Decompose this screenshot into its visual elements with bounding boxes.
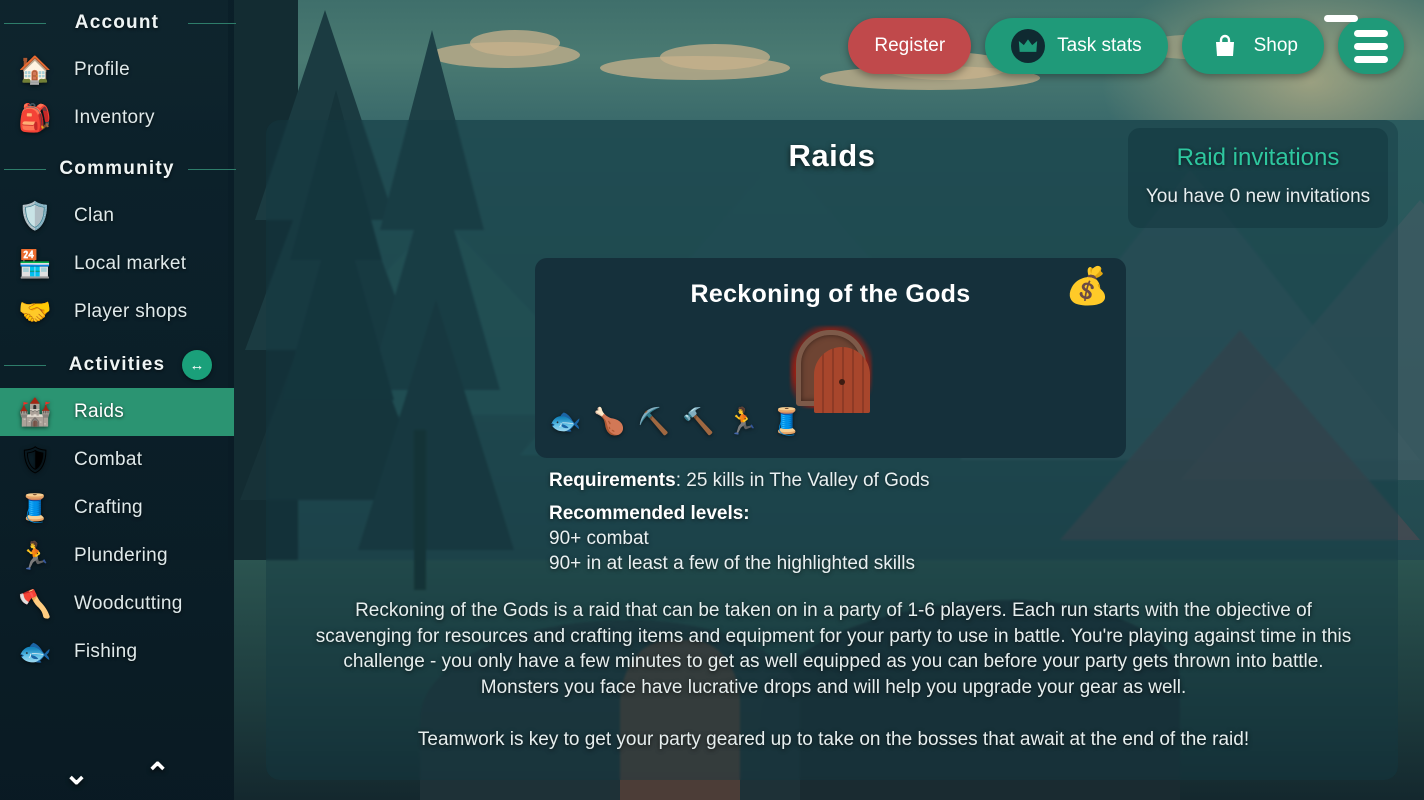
game-screen: Account 🏠 Profile 🎒 Inventory Community … (0, 0, 1424, 800)
recommended-level-line: 90+ in at least a few of the highlighted… (549, 553, 915, 575)
sidebar-item-label: Combat (74, 449, 143, 470)
requirements-value: : 25 kills in The Valley of Gods (675, 470, 930, 491)
raid-description-paragraph: Reckoning of the Gods is a raid that can… (315, 600, 1352, 698)
shop-button[interactable]: Shop (1181, 18, 1324, 74)
hammer-icon[interactable]: 🔨 (682, 408, 714, 434)
thief-icon: 🏃 (18, 540, 52, 571)
raid-description: Reckoning of the Gods is a raid that can… (306, 598, 1361, 752)
crown-icon (1011, 29, 1046, 63)
axe-icon: 🪓 (18, 588, 52, 619)
top-action-bar: Register Task stats Shop (848, 15, 1404, 74)
divider-right (188, 23, 236, 24)
thread-spool-icon[interactable]: 🧵 (771, 408, 803, 434)
combat-icon: 🛡 (17, 444, 53, 475)
recommended-level-line: 90+ combat (549, 528, 649, 550)
pickaxe-icon[interactable]: ⛏️ (638, 408, 670, 434)
register-button[interactable]: Register (848, 18, 972, 74)
requirements-line: Requirements: 25 kills in The Valley of … (549, 468, 1349, 493)
sidebar-item-raids[interactable]: 🏰 Raids (0, 388, 234, 436)
thread-spool-icon: 🧵 (18, 492, 52, 523)
money-bag-icon: 💰 (1065, 265, 1110, 306)
notification-badge (1324, 15, 1358, 22)
door-knob (839, 379, 845, 385)
collapse-sidebar-button[interactable]: ↔ (182, 350, 212, 380)
sidebar-item-label: Player shops (74, 301, 188, 322)
sidebar-group-title: Account (74, 12, 160, 33)
sidebar-item-label: Inventory (74, 107, 155, 128)
sidebar-item-inventory[interactable]: 🎒 Inventory (0, 94, 234, 142)
sidebar-item-label: Local market (74, 253, 187, 274)
register-button-label: Register (874, 35, 946, 56)
house-icon: 🏠 (18, 54, 52, 85)
sidebar-item-plundering[interactable]: 🏃 Plundering (0, 532, 234, 580)
raids-panel: Raids Raid invitations You have 0 new in… (266, 120, 1398, 780)
thief-icon[interactable]: 🏃 (727, 408, 759, 434)
fish-icon: 🐟 (18, 636, 52, 667)
castle-icon: 🏰 (18, 396, 52, 427)
raid-invitations-title: Raid invitations (1176, 144, 1340, 171)
chevron-up-icon[interactable]: ⌃ (145, 760, 170, 790)
raid-invitations-body: You have 0 new invitations (1145, 186, 1371, 207)
menu-line (1354, 29, 1388, 37)
highlighted-skills-row: 🐟 🍗 ⛏️ 🔨 🏃 🧵 (549, 408, 803, 434)
raid-card[interactable]: Reckoning of the Gods 💰 🐟 🍗 ⛏️ 🔨 🏃 🧵 (535, 258, 1126, 458)
sidebar-item-label: Clan (74, 205, 115, 226)
task-stats-button-label: Task stats (1057, 35, 1142, 56)
hamburger-menu-icon[interactable] (1324, 15, 1404, 74)
divider-left (4, 365, 46, 366)
sidebar-group-account: Account (0, 0, 236, 46)
sidebar-item-woodcutting[interactable]: 🪓 Woodcutting (0, 580, 234, 628)
shopping-bag-icon (1208, 29, 1242, 63)
raid-requirements: Requirements: 25 kills in The Valley of … (549, 468, 1349, 576)
recommended-levels-label: Recommended levels: (549, 503, 750, 525)
sidebar-item-label: Profile (74, 59, 130, 80)
sidebar-item-player-shops[interactable]: 🤝 Player shops (0, 288, 234, 336)
sidebar-item-label: Raids (74, 401, 125, 422)
handshake-icon: 🤝 (18, 296, 52, 327)
sidebar-item-fishing[interactable]: 🐟 Fishing (0, 628, 234, 676)
sidebar-group-title: Community (59, 158, 175, 179)
raid-invitations-panel[interactable]: Raid invitations You have 0 new invitati… (1128, 128, 1388, 228)
sidebar: Account 🏠 Profile 🎒 Inventory Community … (0, 0, 236, 800)
sidebar-item-clan[interactable]: 🛡️ Clan (0, 192, 234, 240)
shield-icon: 🛡️ (18, 200, 52, 231)
sidebar-scroll-controls: ⌄ ⌃ (0, 760, 234, 790)
backpack-icon: 🎒 (18, 102, 52, 133)
raid-door-icon (790, 326, 872, 413)
divider-left (4, 169, 46, 170)
sidebar-item-label: Fishing (74, 641, 138, 662)
menu-line (1354, 55, 1388, 63)
menu-line (1354, 42, 1388, 50)
cooked-meal-icon[interactable]: 🍗 (593, 408, 625, 434)
door-frame (796, 330, 870, 413)
storefront-icon: 🏪 (18, 248, 52, 279)
crown-icon-svg (1018, 39, 1038, 52)
cloud (660, 44, 770, 70)
sidebar-item-combat[interactable]: 🛡 Combat (0, 436, 234, 484)
raid-description-paragraph: Teamwork is key to get your party geared… (417, 728, 1250, 750)
shop-button-label: Shop (1253, 35, 1298, 56)
sidebar-group-activities: Activities ↔ (0, 342, 234, 388)
sidebar-group-community: Community (0, 146, 236, 192)
sidebar-item-label: Crafting (74, 497, 143, 518)
sidebar-item-crafting[interactable]: 🧵 Crafting (0, 484, 234, 532)
sidebar-item-local-market[interactable]: 🏪 Local market (0, 240, 234, 288)
fish-icon[interactable]: 🐟 (549, 408, 581, 434)
shopping-bag-icon-svg (1215, 34, 1234, 56)
divider-left (4, 23, 46, 24)
sidebar-item-label: Woodcutting (74, 593, 183, 614)
raid-name: Reckoning of the Gods (690, 280, 971, 308)
sidebar-item-profile[interactable]: 🏠 Profile (0, 46, 234, 94)
chevron-down-icon[interactable]: ⌄ (64, 760, 89, 790)
task-stats-button[interactable]: Task stats (985, 18, 1168, 74)
sidebar-item-label: Plundering (74, 545, 168, 566)
requirements-label: Requirements (549, 470, 676, 491)
divider-right (188, 169, 236, 170)
sidebar-group-title: Activities (68, 354, 166, 375)
